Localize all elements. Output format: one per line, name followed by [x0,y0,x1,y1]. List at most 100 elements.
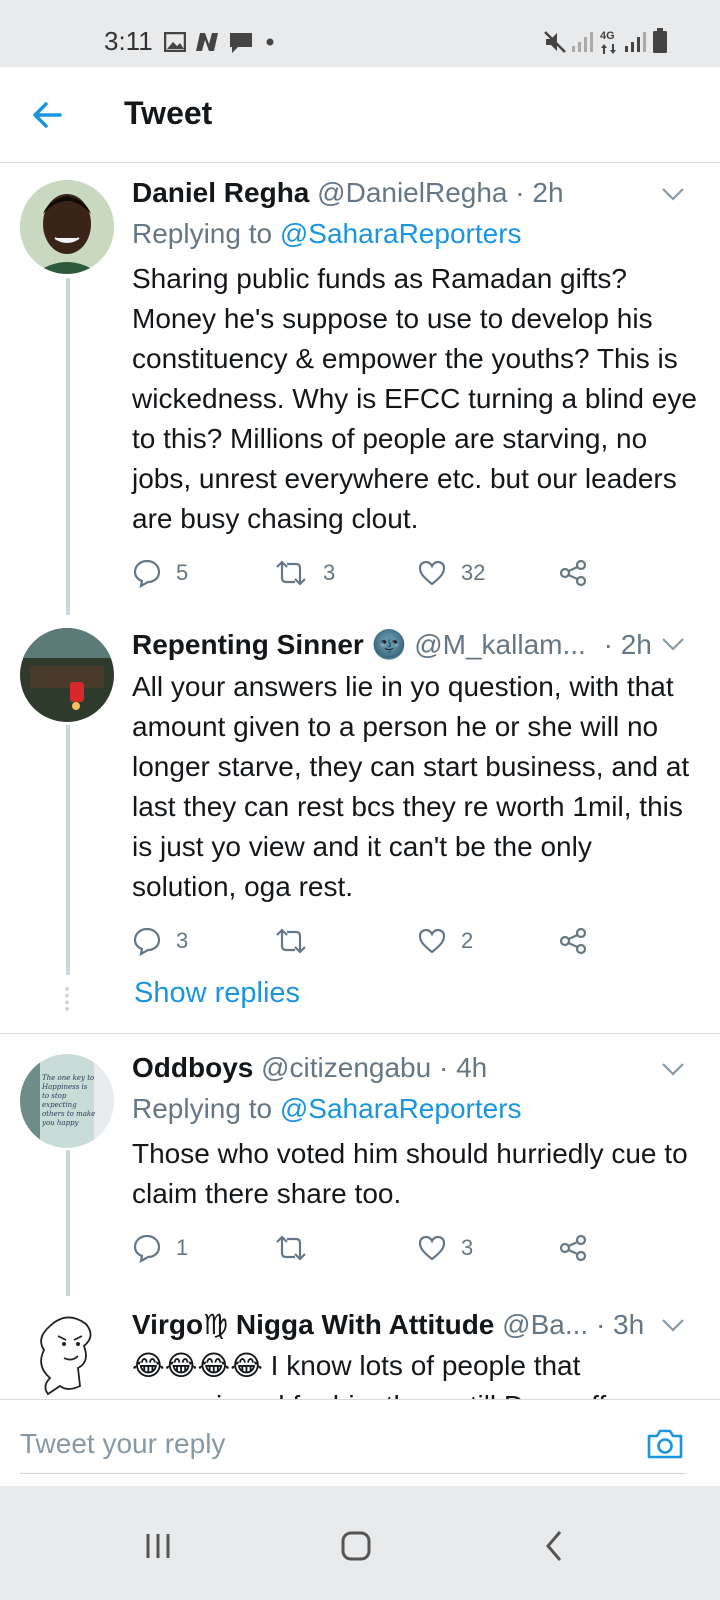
like-button[interactable]: 32 [417,553,485,593]
like-button[interactable]: 3 [417,1228,473,1268]
avatar[interactable] [20,628,114,722]
thread-dots [65,987,71,1011]
status-time: 3:11 [104,26,153,56]
signal-icon [572,32,593,52]
like-button[interactable]: 2 [417,921,473,961]
share-icon [559,927,587,955]
thread-line [66,725,70,975]
tweet-oddboys[interactable]: The one key to Happiness is to stop expe… [0,1034,720,1296]
network-type: 4G [600,30,615,42]
reply-icon [133,559,161,588]
tweet-text: Those who voted him should hurriedly cue… [132,1138,688,1209]
share-button[interactable] [558,553,588,593]
reply-icon [133,1234,161,1263]
back-nav-icon[interactable] [524,1516,584,1576]
share-button[interactable] [558,1228,588,1268]
reply-button[interactable]: 5 [132,553,188,593]
camera-icon[interactable] [645,1424,685,1464]
retweet-count: 3 [323,560,336,585]
reply-count: 1 [176,1235,189,1260]
retweet-icon [276,928,306,954]
like-count: 2 [461,928,474,953]
tweet-actions: 1 3 [132,1228,602,1268]
data-arrows-icon [601,44,616,54]
share-button[interactable] [558,921,588,961]
tweet-header: Oddboys @citizengabu · 4h [132,1052,487,1084]
replying-to: Replying to @SaharaReporters [132,218,522,250]
author-name[interactable]: Oddboys [132,1052,253,1083]
dot-icon [266,38,274,46]
tweet-text: All your answers lie in yo question, wit… [132,671,690,902]
author-name[interactable]: Repenting Sinner [132,629,364,660]
chevron-down-icon[interactable] [660,185,686,203]
mention-link[interactable]: @SaharaReporters [280,218,522,249]
heart-icon [418,928,446,954]
status-bar: 3:11 4G [0,0,720,67]
home-icon[interactable] [326,1516,386,1576]
replying-label: Replying to [132,218,280,249]
tweet-header: Virgo♍ Nigga With Attitude @Ba... · 3h [132,1308,644,1341]
laughing-emojis: 😂😂😂😂 [132,1350,263,1381]
heart-icon [418,560,446,586]
author-handle[interactable]: @Ba... [502,1309,588,1340]
mute-icon [544,31,566,53]
avatar[interactable] [20,180,114,274]
avatar-photo [20,628,114,722]
app-header: Tweet [0,67,720,163]
tweet-time: · 2h [515,177,564,208]
reply-feed[interactable]: Daniel Regha @DanielRegha · 2h Replying … [0,163,720,1425]
tweet-header: Repenting Sinner 🌚 @M_kallam... · 2h [132,628,652,661]
tweet-daniel-regha[interactable]: Daniel Regha @DanielRegha · 2h Replying … [0,163,720,615]
reply-button[interactable]: 3 [132,921,188,961]
battery-icon [653,28,667,53]
replying-to: Replying to @SaharaReporters [132,1093,522,1125]
heart-icon [418,1235,446,1261]
author-handle[interactable]: @citizengabu [261,1052,431,1083]
tweet-text: Sharing public funds as Ramadan gifts? M… [132,263,697,534]
author-emoji: 🌚 [371,629,407,660]
mention-link[interactable]: @SaharaReporters [280,1093,522,1124]
replying-label: Replying to [132,1093,280,1124]
retweet-icon [276,560,306,586]
like-count: 32 [461,560,486,585]
tweet-time: · 3h [595,1309,645,1340]
chevron-down-icon[interactable] [660,1060,686,1078]
author-handle[interactable]: @DanielRegha [317,177,507,208]
avatar[interactable] [20,1306,114,1400]
tweet-actions: 5 3 32 [132,553,602,593]
reply-count: 3 [176,928,189,953]
tweet-time: · 2h [603,629,652,660]
reply-icon [133,927,161,956]
system-nav-bar [0,1486,720,1600]
tweet-repenting-sinner[interactable]: Repenting Sinner 🌚 @M_kallam... · 2h All… [0,615,720,1033]
chevron-down-icon[interactable] [660,635,686,653]
retweet-button[interactable] [273,1228,309,1268]
tweet-time: · 4h [438,1052,488,1083]
recent-apps-icon[interactable] [128,1516,188,1576]
avatar-quote: The one key to Happiness is to stop expe… [42,1074,96,1127]
app-n-icon [196,33,218,51]
back-arrow-icon[interactable] [26,95,70,135]
retweet-button[interactable] [273,921,309,961]
avatar-photo [20,180,114,274]
thread-line [66,278,70,615]
author-name[interactable]: Virgo♍ Nigga With Attitude [132,1309,494,1340]
gallery-icon [164,32,186,52]
retweet-button[interactable]: 3 [273,553,335,593]
avatar-cartoon-ghost [40,1316,92,1396]
message-icon [230,33,252,53]
show-replies-link[interactable]: Show replies [134,977,300,1010]
avatar[interactable]: The one key to Happiness is to stop expe… [20,1054,114,1148]
share-icon [559,1234,587,1262]
author-name[interactable]: Daniel Regha [132,177,309,208]
reply-composer [0,1399,720,1486]
signal-icon-2 [625,32,646,52]
page-title: Tweet [124,95,213,131]
chevron-down-icon[interactable] [660,1316,686,1334]
tweet-header: Daniel Regha @DanielRegha · 2h [132,177,564,209]
share-icon [559,559,587,587]
reply-button[interactable]: 1 [132,1228,188,1268]
like-count: 3 [461,1235,474,1260]
tweet-reply-input[interactable] [20,1414,686,1474]
author-handle[interactable]: @M_kallam... [414,629,586,660]
